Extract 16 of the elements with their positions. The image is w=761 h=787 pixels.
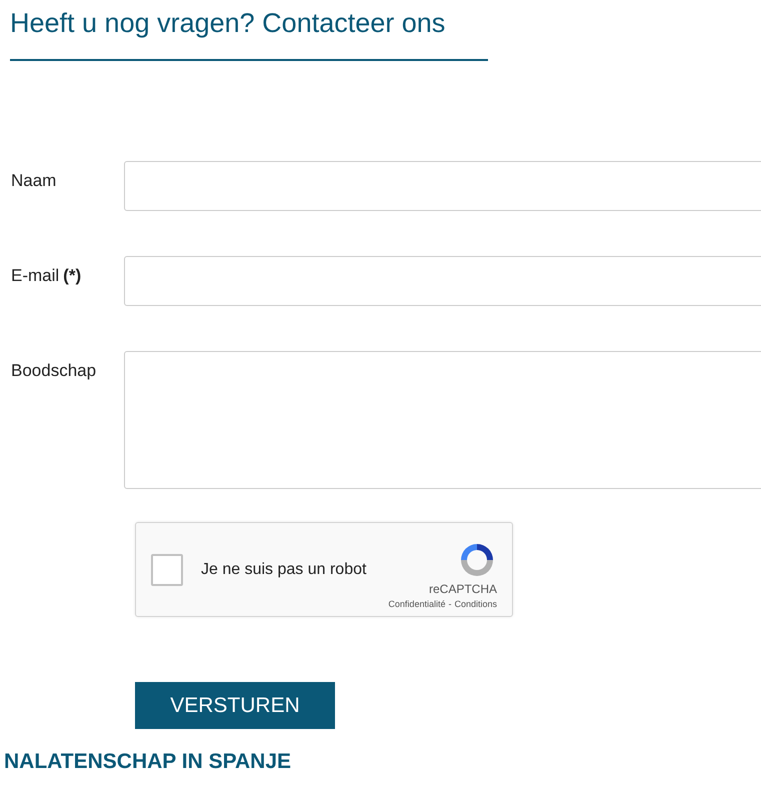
input-field[interactable] xyxy=(124,161,761,211)
section-heading: NALATENSCHAP IN SPANJE xyxy=(4,749,292,775)
captcha-brand: reCAPTCHA xyxy=(428,582,497,596)
link-separator: - xyxy=(448,599,452,609)
captcha-checkbox[interactable] xyxy=(151,554,183,586)
privacy-link[interactable]: Confidentialité xyxy=(388,599,446,609)
required-mark: (*) xyxy=(63,266,82,286)
field-label: Boodschap xyxy=(10,360,98,381)
input-field[interactable] xyxy=(124,256,761,306)
field-label: E-mail xyxy=(11,266,60,286)
field-label: Naam xyxy=(10,170,58,191)
page-title: Heeft u nog vragen? Contacteer ons xyxy=(9,7,446,40)
captcha-label: Je ne suis pas un robot xyxy=(201,560,368,578)
submit-button[interactable]: VERSTUREN xyxy=(135,682,335,729)
message-field[interactable] xyxy=(124,351,761,489)
terms-link[interactable]: Conditions xyxy=(454,599,497,609)
